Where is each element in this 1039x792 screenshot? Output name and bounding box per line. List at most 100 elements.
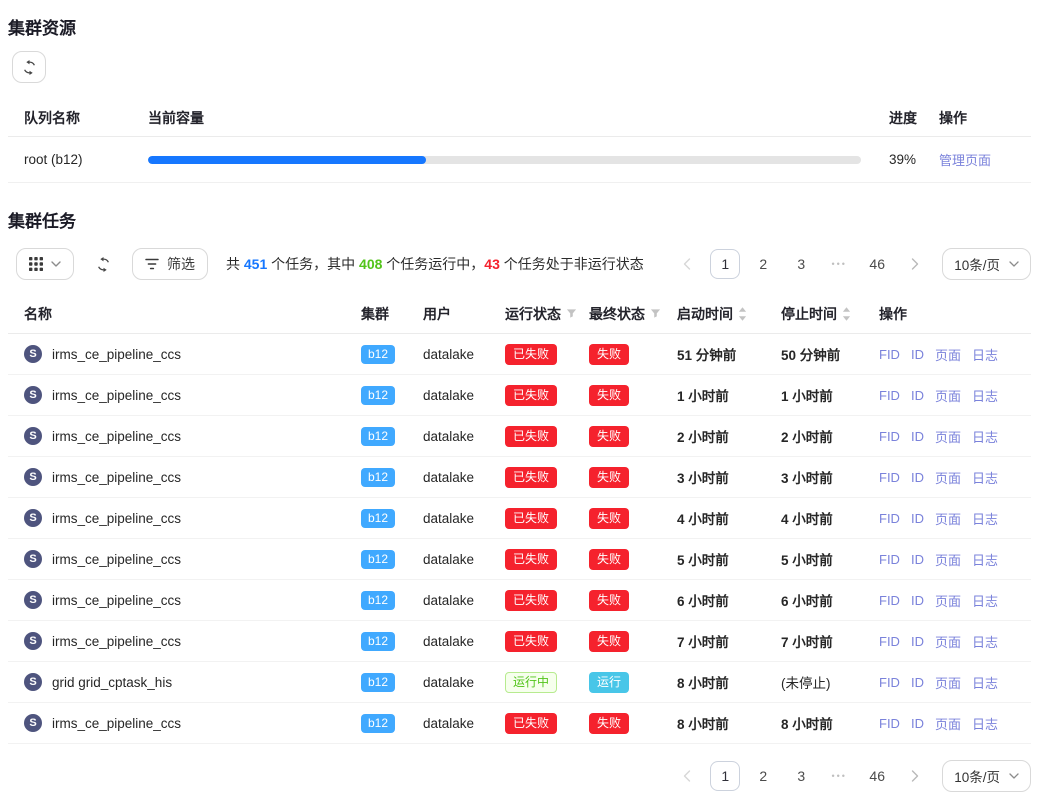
page-1-button[interactable]: 1 [710,249,740,279]
filter-button[interactable]: 筛选 [132,248,208,280]
cluster-badge: b12 [361,550,395,569]
id-link[interactable]: ID [911,470,924,485]
col-cluster: 集群 [361,304,423,324]
chevron-down-icon [1009,773,1019,779]
fid-link[interactable]: FID [879,552,900,567]
final-status-badge: 失败 [589,508,629,529]
cluster-badge: b12 [361,632,395,651]
id-link[interactable]: ID [911,429,924,444]
capacity-progress-fill [148,156,426,164]
final-status-badge: 失败 [589,631,629,652]
run-status-badge: 已失败 [505,508,557,529]
column-layout-dropdown-button[interactable] [16,248,74,280]
fid-link[interactable]: FID [879,470,900,485]
page-link[interactable]: 页面 [935,345,961,364]
pagination-top: 123 ••• 46 10条/页 [672,248,1031,280]
col-queue-name: 队列名称 [24,108,148,128]
page-link[interactable]: 页面 [935,468,961,487]
filter-funnel-icon[interactable] [566,308,577,319]
manage-page-link[interactable]: 管理页面 [939,153,991,168]
log-link[interactable]: 日志 [972,386,998,405]
page-link[interactable]: 页面 [935,509,961,528]
row-actions: FID ID 页面日志 [879,509,1031,528]
page-link[interactable]: 页面 [935,550,961,569]
fid-link[interactable]: FID [879,429,900,444]
log-link[interactable]: 日志 [972,427,998,446]
tasks-table-header: 名称 集群 用户 运行状态 最终状态 启动时间 停止时间 [8,294,1031,334]
id-link[interactable]: ID [911,593,924,608]
start-time: 7 小时前 [677,631,781,651]
resources-section-title: 集群资源 [0,0,1039,39]
id-link[interactable]: ID [911,634,924,649]
summary-text: 共 [226,256,244,272]
start-time: 1 小时前 [677,385,781,405]
user-name: datalake [423,634,505,649]
page-link[interactable]: 页面 [935,386,961,405]
fid-link[interactable]: FID [879,634,900,649]
page-size-select[interactable]: 10条/页 [942,248,1031,280]
page-link[interactable]: 页面 [935,591,961,610]
id-link[interactable]: ID [911,511,924,526]
page-size-select[interactable]: 10条/页 [942,760,1031,792]
page-link[interactable]: 页面 [935,714,961,733]
col-final-status: 最终状态 [589,304,677,324]
page-2-button[interactable]: 2 [748,761,778,791]
log-link[interactable]: 日志 [972,468,998,487]
user-name: datalake [423,347,505,362]
cluster-badge: b12 [361,509,395,528]
table-row: S irms_ce_pipeline_ccs b12 datalake 已失败 … [8,416,1031,457]
page-link[interactable]: 页面 [935,673,961,692]
filter-funnel-icon[interactable] [650,308,661,319]
col-start-time: 启动时间 [677,304,781,324]
summary-text: 个任务，其中 [267,256,359,272]
start-time: 8 小时前 [677,713,781,733]
log-link[interactable]: 日志 [972,591,998,610]
page-link[interactable]: 页面 [935,427,961,446]
start-time: 6 小时前 [677,590,781,610]
next-page-button[interactable] [900,761,930,791]
stop-time: (未停止) [781,672,879,692]
log-link[interactable]: 日志 [972,673,998,692]
run-status-badge: 已失败 [505,426,557,447]
page-ellipsis: ••• [824,249,854,279]
page-size-label: 10条/页 [954,254,1000,274]
page-3-button[interactable]: 3 [786,249,816,279]
page-1-button[interactable]: 1 [710,761,740,791]
fid-link[interactable]: FID [879,347,900,362]
log-link[interactable]: 日志 [972,509,998,528]
id-link[interactable]: ID [911,675,924,690]
id-link[interactable]: ID [911,716,924,731]
fid-link[interactable]: FID [879,511,900,526]
col-current-capacity: 当前容量 [148,108,889,128]
log-link[interactable]: 日志 [972,345,998,364]
fid-link[interactable]: FID [879,675,900,690]
tasks-refresh-button[interactable] [88,248,118,280]
prev-page-button[interactable] [672,761,702,791]
fid-link[interactable]: FID [879,388,900,403]
id-link[interactable]: ID [911,388,924,403]
log-link[interactable]: 日志 [972,632,998,651]
start-time: 51 分钟前 [677,344,781,364]
page-46-button[interactable]: 46 [862,249,892,279]
row-actions: FID ID 页面日志 [879,468,1031,487]
sort-icon[interactable] [738,307,747,321]
row-actions: FID ID 页面日志 [879,632,1031,651]
id-link[interactable]: ID [911,552,924,567]
id-link[interactable]: ID [911,347,924,362]
prev-page-button[interactable] [672,249,702,279]
spark-avatar-icon: S [24,714,42,732]
next-page-button[interactable] [900,249,930,279]
page-3-button[interactable]: 3 [786,761,816,791]
sort-icon[interactable] [842,307,851,321]
fid-link[interactable]: FID [879,593,900,608]
page-2-button[interactable]: 2 [748,249,778,279]
cluster-badge: b12 [361,591,395,610]
task-name: irms_ce_pipeline_ccs [52,347,181,362]
cluster-badge: b12 [361,345,395,364]
page-46-button[interactable]: 46 [862,761,892,791]
page-link[interactable]: 页面 [935,632,961,651]
resources-refresh-button[interactable] [12,51,46,83]
fid-link[interactable]: FID [879,716,900,731]
log-link[interactable]: 日志 [972,550,998,569]
log-link[interactable]: 日志 [972,714,998,733]
